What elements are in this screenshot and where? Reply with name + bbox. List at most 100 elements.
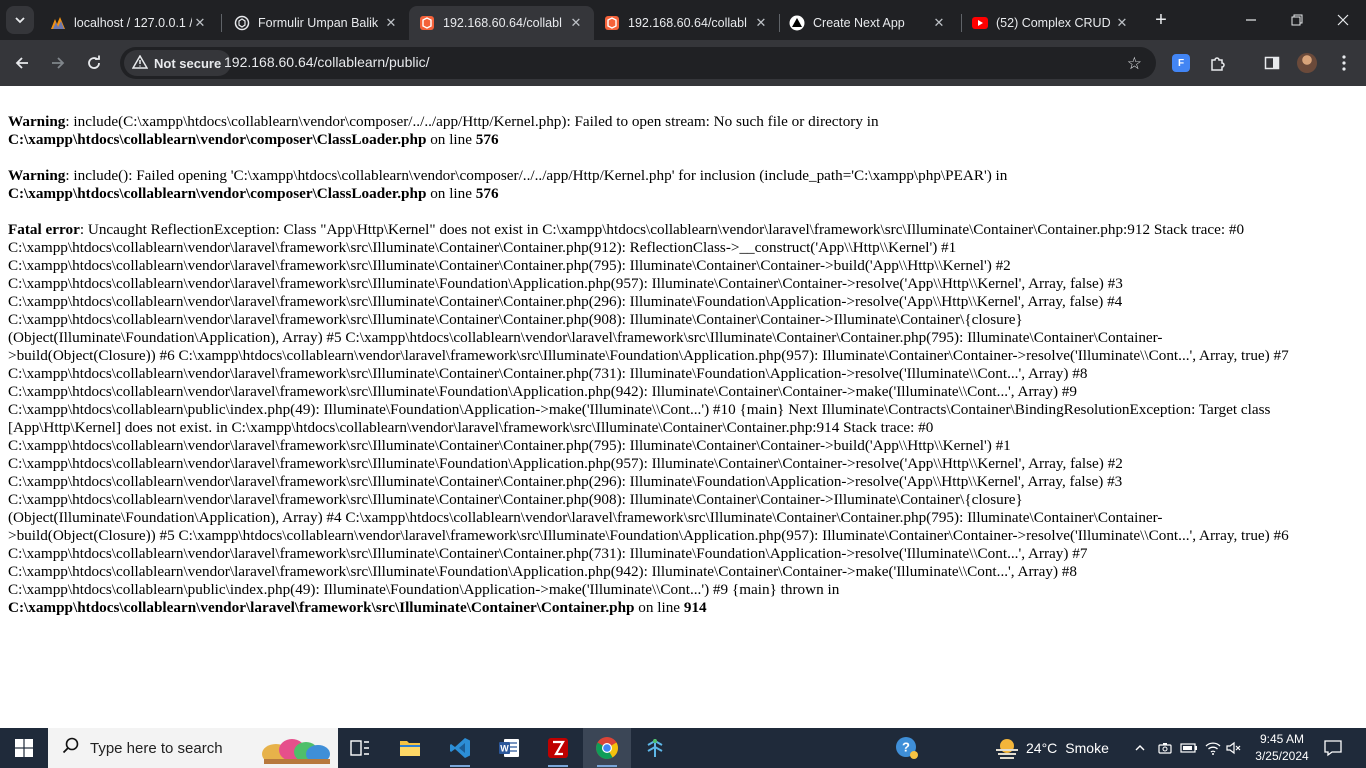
volume-muted-icon [1226,741,1241,755]
search-placeholder: Type here to search [90,739,223,757]
tab-collablearn[interactable]: 192.168.60.64/collabl ✕ [594,6,779,40]
trace-line: C:\xampp\htdocs\collablearn\vendor\larav… [8,563,1077,580]
tab-separator [221,14,222,32]
holi-powder-illustration-icon [262,739,330,764]
trace-line: (Object(Illuminate\Foundation\Applicatio… [8,329,1163,346]
extensions-button[interactable] [1204,49,1232,77]
tab-next-app[interactable]: Create Next App ✕ [779,6,957,40]
close-icon [1337,14,1349,26]
site-info-button[interactable]: Not secure [124,50,232,76]
vscode-button[interactable] [436,728,484,768]
side-panel-icon [1264,56,1280,70]
extension-badge[interactable]: F [1172,54,1190,72]
line-number: 576 [475,185,499,202]
warning-file: C:\xampp\htdocs\collablearn\vendor\compo… [8,185,427,202]
trace-line: C:\xampp\htdocs\collablearn\vendor\larav… [8,545,1088,562]
weather-widget[interactable]: 24°C Smoke [994,728,1109,768]
tab-collablearn-active[interactable]: 192.168.60.64/collabl ✕ [409,6,594,40]
side-panel-button[interactable] [1258,49,1286,77]
trace-line: C:\xampp\htdocs\collablearn\public\index… [8,581,840,598]
minimize-button[interactable] [1228,0,1274,40]
close-tab-icon[interactable]: ✕ [931,15,947,31]
help-tray-button[interactable]: ? [892,728,922,768]
page-content: Warning: include(C:\xampp\htdocs\collabl… [0,86,1366,728]
new-tab-button[interactable]: + [1150,9,1172,31]
vscode-icon [450,738,470,758]
tab-title: Formulir Umpan Balik [258,16,379,30]
task-view-button[interactable] [336,728,384,768]
reload-button[interactable] [80,49,108,77]
chatgpt-icon [234,15,250,31]
taskbar-clock[interactable]: 9:45 AM 3/25/2024 [1248,731,1316,765]
show-hidden-icons-button[interactable] [1130,728,1150,768]
trace-line: [App\Http\Kernel] does not exist. in C:\… [8,419,934,436]
puzzle-icon [1211,57,1225,71]
tab-title: Create Next App [813,16,905,30]
wifi-tray-icon[interactable] [1203,728,1223,768]
filezilla-button[interactable] [534,728,582,768]
chevron-up-icon [1135,745,1145,751]
svg-text:?: ? [902,740,910,755]
file-explorer-button[interactable] [386,728,434,768]
close-window-button[interactable] [1320,0,1366,40]
on-line-text: on line [426,131,476,148]
clock-date: 3/25/2024 [1255,749,1309,763]
back-button[interactable] [8,49,36,77]
tab-title: localhost / 127.0.0.1 / [74,16,192,30]
restore-button[interactable] [1274,0,1320,40]
start-button[interactable] [0,728,48,768]
tab-formulir[interactable]: Formulir Umpan Balik ✕ [224,6,409,40]
network-app-button[interactable] [631,728,679,768]
battery-tray-icon[interactable] [1178,728,1200,768]
on-line-text: on line [426,185,476,202]
nextjs-icon [789,15,805,31]
tab-youtube[interactable]: (52) Complex CRUD C ✕ [962,6,1140,40]
camera-icon [1158,743,1172,754]
tab-title: (52) Complex CRUD C [996,16,1114,30]
word-button[interactable]: W [485,728,533,768]
warning-file: C:\xampp\htdocs\collablearn\vendor\compo… [8,131,427,148]
warning-text: : include(C:\xampp\htdocs\collablearn\ve… [65,113,879,130]
trace-line: C:\xampp\htdocs\collablearn\vendor\larav… [8,239,957,256]
trace-line: C:\xampp\htdocs\collablearn\vendor\larav… [8,437,1011,454]
trace-line: >build(Object(Closure)) #5 C:\xampp\htdo… [8,527,1289,544]
trace-line: C:\xampp\htdocs\collablearn\vendor\larav… [8,275,1123,292]
weather-temperature: 24°C [1026,740,1058,756]
restore-icon [1291,14,1303,26]
trace-line: C:\xampp\htdocs\collablearn\vendor\larav… [8,311,1023,328]
close-tab-icon[interactable]: ✕ [383,15,399,31]
tab-phpmyadmin[interactable]: localhost / 127.0.0.1 / ✕ [40,6,218,40]
volume-tray-icon[interactable] [1224,728,1244,768]
warning-message-2: Warning: include(): Failed opening 'C:\x… [8,167,1360,203]
close-tab-icon[interactable]: ✕ [1114,15,1130,31]
clock-time: 9:45 AM [1259,732,1305,746]
close-tab-icon[interactable]: ✕ [568,15,584,31]
smoke-weather-icon [996,739,1018,759]
trace-line: C:\xampp\htdocs\collablearn\vendor\larav… [8,293,1123,310]
taskbar-search-box[interactable]: Type here to search [48,728,338,768]
forward-button[interactable] [44,49,72,77]
close-tab-icon[interactable]: ✕ [192,15,208,31]
trace-line: C:\xampp\htdocs\collablearn\vendor\larav… [8,383,1077,400]
trace-line: (Object(Illuminate\Foundation\Applicatio… [8,509,1163,526]
weather-condition: Smoke [1065,740,1109,756]
tab-title: 192.168.60.64/collabl [628,16,747,30]
bookmark-star-icon[interactable]: ☆ [1127,54,1142,74]
notification-icon [1324,740,1342,757]
fatal-error-message: Fatal error: Uncaught ReflectionExceptio… [8,221,1360,617]
chrome-button[interactable] [583,728,631,768]
address-bar[interactable]: Not secure 192.168.60.64/collablearn/pub… [120,47,1156,79]
notification-center-button[interactable] [1318,728,1348,768]
profile-avatar[interactable] [1297,53,1317,73]
line-number: 576 [475,131,499,148]
close-tab-icon[interactable]: ✕ [753,15,769,31]
warning-label: Warning [8,113,66,130]
fatal-label: Fatal error [8,221,80,238]
laravel-icon [604,15,620,31]
browser-menu-button[interactable] [1330,49,1358,77]
meet-now-tray-icon[interactable] [1155,728,1175,768]
help-question-icon: ? [896,737,918,759]
tab-search-button[interactable] [6,6,34,34]
url-text[interactable]: 192.168.60.64/collablearn/public/ [224,54,430,70]
warning-message-1: Warning: include(C:\xampp\htdocs\collabl… [8,113,1360,149]
